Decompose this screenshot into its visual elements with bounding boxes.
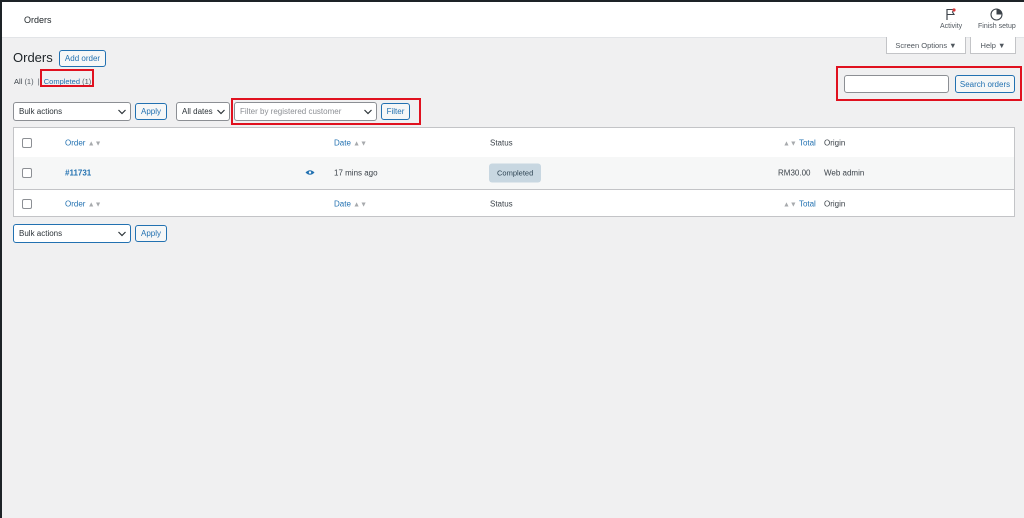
column-total-label: Total [798,199,816,208]
progress-circle-icon [978,8,1016,21]
chevron-down-icon [118,225,126,242]
column-date-label: Date [334,199,351,208]
table-row[interactable]: #11731 17 mins ago Completed RM30.00 Web… [14,157,1014,190]
bulk-actions-value-bottom: Bulk actions [19,229,63,238]
select-all-checkbox[interactable] [22,137,32,148]
bulk-actions-select-bottom[interactable]: Bulk actions [13,224,131,243]
order-total: RM30.00 [778,168,811,178]
column-origin: Origin [824,138,846,147]
column-origin-footer: Origin [824,199,846,208]
column-order-footer[interactable]: Order ▲▼ [65,199,102,208]
view-all-count: (1) [24,77,34,86]
help-label: Help ▼ [980,41,1006,50]
topbar-title: Orders [24,15,52,25]
highlight-customer-filter [231,98,421,125]
column-order-label: Order [65,199,86,208]
bulk-actions-select[interactable]: Bulk actions [13,102,131,121]
column-status-footer: Status [490,199,513,208]
column-order-label: Order [65,138,86,147]
apply-button-bottom[interactable]: Apply [135,225,167,242]
sort-icon: ▲▼ [353,201,367,208]
dates-value: All dates [182,107,213,116]
order-origin: Web admin [824,168,865,178]
finish-setup-label: Finish setup [978,23,1016,30]
select-all-checkbox-footer[interactable] [22,198,32,209]
screen-options-label: Screen Options ▼ [895,41,957,50]
orders-table: Order ▲▼ Date ▲▼ Status ▲▼ Total Origin … [13,127,1015,217]
add-order-button[interactable]: Add order [59,50,106,67]
highlight-search [836,66,1022,101]
bulk-actions-value: Bulk actions [19,107,63,116]
activity-label: Activity [940,23,963,30]
page-title: Orders [13,50,53,65]
sort-icon: ▲▼ [783,140,797,147]
sort-icon: ▲▼ [87,201,102,208]
column-date[interactable]: Date ▲▼ [334,138,367,147]
flag-icon [940,8,962,21]
order-number-link[interactable]: #11731 [65,169,91,178]
screen-options-tab[interactable]: Screen Options ▼ [886,37,966,54]
activity-button[interactable]: Activity [940,8,962,30]
column-total[interactable]: ▲▼ Total [783,138,816,147]
apply-button[interactable]: Apply [135,103,167,120]
dates-select[interactable]: All dates [176,102,230,121]
highlight-completed-view [40,69,94,87]
column-status: Status [490,138,513,147]
eye-icon[interactable] [305,169,315,178]
column-date-footer[interactable]: Date ▲▼ [334,199,367,208]
column-total-label: Total [798,138,816,147]
table-header-row: Order ▲▼ Date ▲▼ Status ▲▼ Total Origin [14,128,1014,158]
chevron-down-icon [217,103,225,120]
sort-icon: ▲▼ [87,140,102,147]
sort-icon: ▲▼ [783,201,797,208]
chevron-down-icon [118,103,126,120]
window-left-border [0,0,2,518]
row-checkbox[interactable] [22,168,32,178]
finish-setup-button[interactable]: Finish setup [978,8,1016,30]
top-bar: Orders Activity Finish setup [2,2,1024,38]
column-order[interactable]: Order ▲▼ [65,138,102,147]
status-badge: Completed [489,163,542,183]
sort-icon: ▲▼ [353,140,367,147]
help-tab[interactable]: Help ▼ [970,37,1016,54]
order-date: 17 mins ago [334,168,378,178]
table-footer-row: Order ▲▼ Date ▲▼ Status ▲▼ Total Origin [14,190,1014,217]
column-total-footer[interactable]: ▲▼ Total [783,199,816,208]
view-all-label[interactable]: All [14,77,22,86]
column-date-label: Date [334,138,351,147]
